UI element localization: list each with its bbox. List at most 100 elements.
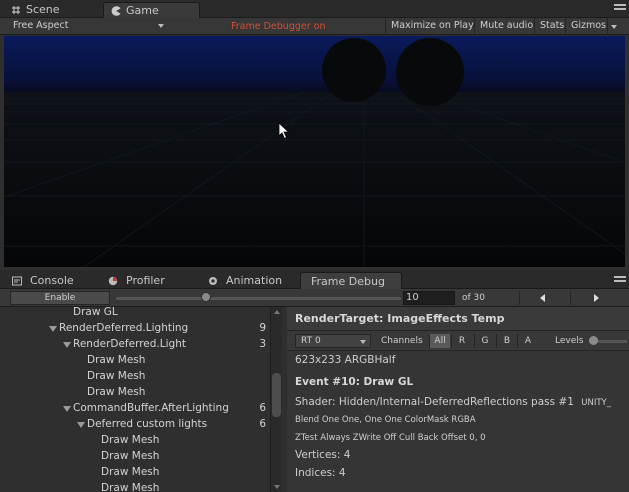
tree-row[interactable]: Draw Mesh: [0, 465, 270, 481]
tab-console[interactable]: Console: [4, 272, 94, 289]
game-render: [4, 36, 625, 267]
shader-line: Shader: Hidden/Internal-DeferredReflecti…: [295, 395, 611, 410]
tree-row-label: Draw Mesh: [101, 434, 160, 446]
tree-row-label: RenderDeferred.Lighting: [59, 322, 189, 334]
levels-label: Levels: [555, 336, 584, 346]
vertex-count: Vertices: 4: [295, 449, 351, 461]
tab-animation[interactable]: Animation: [200, 272, 300, 289]
channels-label: Channels: [381, 336, 423, 346]
stats-button[interactable]: Stats: [534, 18, 569, 35]
expand-triangle-icon[interactable]: [63, 342, 71, 348]
scroll-down-icon[interactable]: [274, 485, 280, 489]
tab-frame-debug[interactable]: Frame Debug: [300, 272, 402, 289]
tab-game[interactable]: Game: [103, 2, 200, 18]
tree-row[interactable]: Draw Mesh: [0, 369, 270, 385]
index-count: Indices: 4: [295, 467, 346, 479]
tree-row-label: CommandBuffer.AfterLighting: [73, 402, 229, 414]
chevron-down-icon: [611, 25, 617, 29]
mouse-cursor-icon: [278, 122, 290, 140]
tree-row-label: Draw GL: [73, 307, 118, 318]
chevron-down-icon: [158, 24, 164, 28]
render-target-dropdown[interactable]: RT 0: [295, 334, 371, 348]
tree-row[interactable]: Draw Mesh: [0, 481, 270, 492]
event-tree: Draw GL RenderDeferred.Lighting 9 Render…: [0, 307, 282, 492]
panel-menu-icon[interactable]: [614, 4, 626, 14]
chevron-down-icon: [360, 340, 366, 344]
scroll-up-icon[interactable]: [274, 310, 280, 314]
game-viewport[interactable]: [4, 36, 625, 267]
event-details-panel: RenderTarget: ImageEffects Temp RT 0 Cha…: [287, 307, 629, 492]
editor-tab-strip: Scene Game: [0, 0, 629, 18]
tree-row[interactable]: Deferred custom lights 6: [0, 417, 270, 433]
enable-button[interactable]: Enable: [10, 291, 110, 305]
event-number-field[interactable]: 10: [403, 291, 455, 305]
tree-row-label: Deferred custom lights: [87, 418, 208, 430]
tab-console-label: Console: [30, 274, 74, 287]
tree-row[interactable]: RenderDeferred.Lighting 9: [0, 321, 270, 337]
tree-row[interactable]: RenderDeferred.Light 3: [0, 337, 270, 353]
previous-event-button[interactable]: [519, 291, 567, 305]
game-toolbar: Free Aspect Frame Debugger on Maximize o…: [0, 18, 629, 35]
scene-grid-icon: [12, 6, 20, 14]
tree-row[interactable]: Draw Mesh: [0, 449, 270, 465]
render-target-dropdown-label: RT 0: [301, 336, 321, 346]
expand-triangle-icon[interactable]: [49, 326, 57, 332]
tree-row-label: Draw Mesh: [101, 466, 160, 478]
expand-triangle-icon[interactable]: [77, 422, 85, 428]
levels-slider-handle[interactable]: [589, 336, 598, 345]
tree-row-label: Draw Mesh: [87, 370, 146, 382]
channel-a-button[interactable]: A: [517, 334, 538, 348]
gizmos-button[interactable]: Gizmos: [565, 18, 611, 35]
tab-profiler[interactable]: Profiler: [100, 272, 196, 289]
aspect-label: Free Aspect: [13, 20, 69, 31]
event-total-label: of 30: [462, 293, 485, 303]
channel-b-button[interactable]: B: [496, 334, 517, 348]
channel-all-button[interactable]: All: [429, 334, 450, 348]
gizmos-dropdown[interactable]: [607, 18, 621, 35]
aspect-dropdown[interactable]: Free Aspect: [4, 18, 168, 35]
tree-row-count: 6: [259, 418, 266, 430]
render-target-header: RenderTarget: ImageEffects Temp: [287, 307, 629, 331]
channel-g-button[interactable]: G: [474, 334, 495, 348]
lower-tab-strip: Console Profiler Animation Frame Debug: [0, 270, 629, 289]
mute-audio-button[interactable]: Mute audio: [474, 18, 538, 35]
tree-row[interactable]: Draw Mesh: [0, 385, 270, 401]
channel-r-button[interactable]: R: [451, 334, 472, 348]
animation-icon: [209, 277, 217, 285]
tree-row-label: RenderDeferred.Light: [73, 338, 186, 350]
tab-scene[interactable]: Scene: [4, 2, 96, 18]
tree-row[interactable]: Draw GL: [0, 307, 270, 321]
tree-row[interactable]: CommandBuffer.AfterLighting 6: [0, 401, 270, 417]
tree-row[interactable]: Draw Mesh: [0, 433, 270, 449]
game-pacman-icon: [111, 6, 121, 16]
maximize-on-play-button[interactable]: Maximize on Play: [385, 18, 479, 35]
tab-profiler-label: Profiler: [126, 274, 165, 287]
tree-row-label: Draw Mesh: [87, 386, 146, 398]
tab-animation-label: Animation: [226, 274, 283, 287]
shader-keyword: UNITY_: [581, 398, 611, 408]
tree-row-label: Draw Mesh: [101, 482, 160, 492]
tab-scene-label: Scene: [26, 3, 60, 16]
tree-row-label: Draw Mesh: [101, 450, 160, 462]
profiler-icon: [108, 276, 118, 286]
shader-name: Shader: Hidden/Internal-DeferredReflecti…: [295, 396, 574, 408]
blend-state: Blend One One, One One ColorMask RGBA: [295, 415, 476, 425]
panel-menu-icon[interactable]: [614, 276, 626, 286]
event-slider-handle[interactable]: [201, 292, 211, 302]
tree-row-count: 3: [259, 338, 266, 350]
render-target-size: 623x233 ARGBHalf: [295, 354, 396, 366]
frame-debug-toolbar: Enable 10 of 30: [0, 289, 629, 307]
expand-triangle-icon[interactable]: [63, 406, 71, 412]
event-title: Event #10: Draw GL: [295, 376, 414, 388]
tree-row-count: 9: [259, 322, 266, 334]
tree-row[interactable]: Draw Mesh: [0, 353, 270, 369]
frame-debugger-status: Frame Debugger on: [231, 21, 326, 32]
arrow-left-icon: [540, 294, 545, 302]
depth-state: ZTest Always ZWrite Off Cull Back Offset…: [295, 433, 486, 443]
event-slider[interactable]: [116, 297, 401, 300]
next-event-button[interactable]: [570, 291, 618, 305]
tree-scrollbar[interactable]: [270, 307, 282, 492]
scrollbar-thumb[interactable]: [272, 373, 281, 417]
console-icon: [12, 276, 22, 286]
channel-toolbar: RT 0 Channels All R G B A Levels: [287, 331, 629, 351]
